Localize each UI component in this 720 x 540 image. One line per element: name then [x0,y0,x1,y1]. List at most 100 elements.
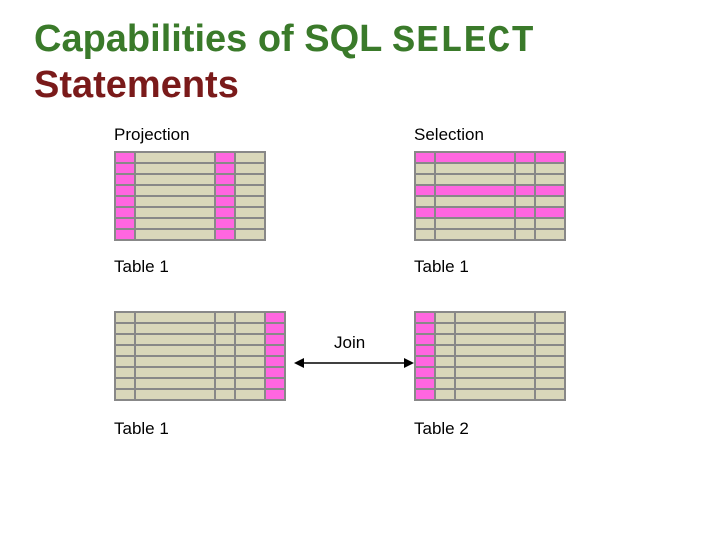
table-row [115,185,265,196]
table-cell [515,163,535,174]
table-cell [435,163,515,174]
table-row [415,185,565,196]
table-cell [235,378,265,389]
table-row [115,163,265,174]
table-cell [415,345,435,356]
table-cell [515,174,535,185]
table-cell [435,378,455,389]
table-row [415,218,565,229]
table-row [115,312,285,323]
table-cell [115,218,135,229]
table-cell [415,152,435,163]
table-cell [515,196,535,207]
table-join-right [414,311,566,401]
table-cell [515,185,535,196]
table-cell [265,312,285,323]
table-cell [135,312,215,323]
table-cell [435,196,515,207]
table-cell [535,196,565,207]
table-cell [135,334,215,345]
table-cell [215,323,235,334]
table-cell [535,367,565,378]
table-join-left [114,311,286,401]
table-projection [114,151,266,241]
title-part2: Statements [34,64,239,106]
table-cell [415,218,435,229]
table-cell [435,185,515,196]
slide-title: Capabilities of SQL SELECT Statements [34,18,686,107]
table-cell [115,196,135,207]
table-cell [535,334,565,345]
table-cell [415,185,435,196]
table-cell [135,389,215,400]
table-cell [135,185,215,196]
table-row [415,334,565,345]
table-cell [435,323,455,334]
table-row [115,229,265,240]
table-cell [215,174,235,185]
table-cell [115,174,135,185]
table-row [115,378,285,389]
table-cell [455,334,535,345]
table-selection [414,151,566,241]
table-row [115,207,265,218]
table-row [415,163,565,174]
table-cell [235,367,265,378]
table-cell [115,312,135,323]
table-row [115,218,265,229]
table-cell [535,378,565,389]
table-row [415,312,565,323]
table-cell [235,185,265,196]
table-cell [135,174,215,185]
table-cell [115,378,135,389]
table-cell [535,185,565,196]
table-cell [435,218,515,229]
table-cell [135,367,215,378]
table-cell [415,334,435,345]
table-cell [115,345,135,356]
table-cell [215,207,235,218]
table-cell [135,229,215,240]
table-row [115,356,285,367]
table-cell [135,207,215,218]
table-cell [415,356,435,367]
table-cell [135,218,215,229]
table-cell [415,378,435,389]
table-row [415,174,565,185]
table-cell [235,207,265,218]
table-cell [415,163,435,174]
table-row [115,367,285,378]
table-cell [215,356,235,367]
table-cell [455,367,535,378]
table-row [415,229,565,240]
table-cell [235,196,265,207]
table-cell [535,229,565,240]
table-cell [515,218,535,229]
table-row [415,196,565,207]
table-cell [115,185,135,196]
table-cell [415,323,435,334]
table-cell [215,229,235,240]
title-select-word: SELECT [392,20,535,63]
table-cell [215,312,235,323]
table-cell [115,389,135,400]
table-cell [535,218,565,229]
table-cell [235,163,265,174]
table-cell [435,389,455,400]
table-row [115,196,265,207]
table-cell [535,174,565,185]
table-cell [115,323,135,334]
table-cell [435,312,455,323]
table-cell [265,334,285,345]
table-cell [455,389,535,400]
table-cell [215,334,235,345]
table-row [415,367,565,378]
table-row [115,174,265,185]
table-cell [235,218,265,229]
table-cell [435,207,515,218]
table-cell [535,312,565,323]
table-row [115,345,285,356]
table-cell [535,163,565,174]
table-cell [115,207,135,218]
table-row [415,389,565,400]
